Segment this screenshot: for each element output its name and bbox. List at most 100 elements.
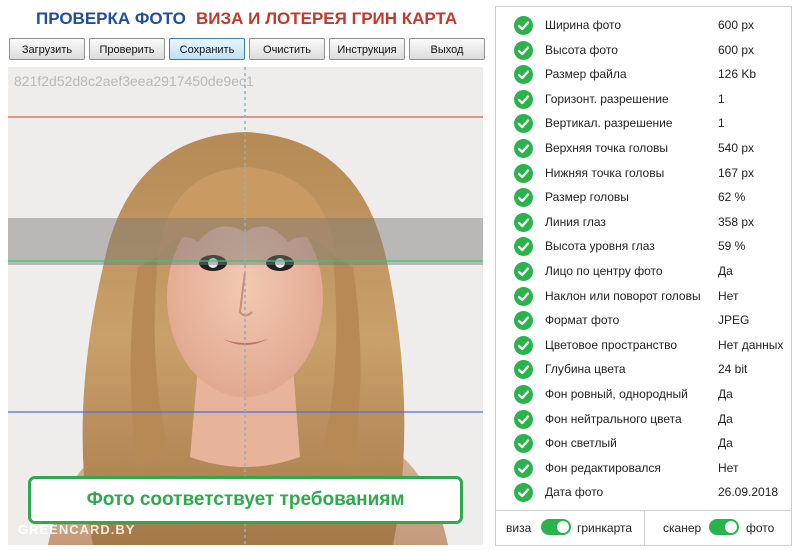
check-value: 59 % — [718, 239, 746, 254]
check-label: Линия глаз — [545, 214, 606, 229]
check-row: Размер головы 62 % — [496, 186, 791, 211]
check-row: Размер файла 126 Kb — [496, 63, 791, 88]
check-value: Да — [718, 263, 733, 278]
instructions-button[interactable]: Инструкция — [329, 38, 405, 60]
visa-label: виза — [506, 521, 532, 535]
check-row: Горизонт. разрешение 1 — [496, 88, 791, 113]
app-subtitle: ВИЗА И ЛОТЕРЕЯ ГРИН КАРТА — [196, 9, 458, 28]
check-row: Нижняя точка головы 167 px — [496, 162, 791, 187]
check-value: 600 px — [718, 18, 755, 32]
photo-label: фото — [746, 521, 775, 535]
check-value: 126 Kb — [718, 67, 757, 82]
check-icon — [514, 311, 533, 331]
check-label: Высота уровня глаз — [545, 239, 655, 254]
check-label: Вертикал. разрешение — [545, 116, 673, 131]
check-value: Да — [718, 386, 733, 401]
check-value: Да — [718, 411, 733, 426]
check-row: Линия глаз 358 px — [496, 211, 791, 236]
scanner-photo-toggle[interactable] — [709, 519, 739, 535]
exit-button[interactable]: Выход — [409, 38, 485, 60]
check-label: Размер файла — [545, 67, 627, 82]
check-value: 1 — [718, 116, 725, 131]
check-value: 26.09.2018 — [718, 485, 779, 500]
check-icon — [514, 89, 533, 109]
check-row: Ширина фото 600 px — [496, 14, 791, 39]
toggle-bar: виза гринкарта сканер фото — [496, 510, 791, 545]
check-button[interactable]: Проверить — [89, 38, 165, 60]
check-icon — [514, 237, 533, 257]
check-label: Фон светлый — [545, 436, 617, 451]
check-icon — [514, 114, 533, 134]
check-label: Верхняя точка головы — [545, 140, 669, 155]
check-icon — [514, 483, 533, 503]
check-row: Наклон или поворот головы Нет — [496, 285, 791, 310]
check-label: Дата фото — [545, 485, 604, 500]
check-row: Вертикал. разрешение 1 — [496, 112, 791, 137]
check-label: Ширина фото — [545, 18, 622, 32]
clear-button[interactable]: Очистить — [249, 38, 325, 60]
check-label: Формат фото — [545, 313, 620, 328]
app-title: ПРОВЕРКА ФОТО — [36, 9, 186, 28]
toggle-knob — [557, 521, 569, 533]
check-results-panel: Ширина фото 600 px Высота фото 600 px Размер… — [495, 6, 792, 546]
check-icon — [514, 261, 533, 281]
check-icon — [514, 212, 533, 232]
check-list: Ширина фото 600 px Высота фото 600 px Размер… — [496, 14, 791, 506]
check-icon — [514, 65, 533, 85]
check-row: Фон ровный, однородный Да — [496, 383, 791, 408]
check-icon — [514, 458, 533, 478]
check-icon — [514, 138, 533, 158]
check-icon — [514, 360, 533, 380]
check-value: 24 bit — [718, 362, 748, 377]
check-value: 167 px — [718, 165, 755, 180]
check-label: Нижняя точка головы — [545, 165, 665, 180]
photo-preview: 821f2d52d8c2aef3eea2917450de9ec1 GREENCA… — [8, 67, 483, 545]
check-icon — [514, 163, 533, 183]
check-label: Высота фото — [545, 42, 618, 57]
check-label: Размер головы — [545, 190, 629, 205]
check-row: Высота фото 600 px — [496, 39, 791, 64]
check-icon — [514, 16, 533, 35]
toggle-knob — [725, 521, 737, 533]
check-value: Да — [718, 436, 733, 451]
check-label: Цветовое пространство — [545, 337, 678, 352]
status-message: Фото соответствует требованиям — [28, 476, 463, 524]
check-label: Фон нейтрального цвета — [545, 411, 682, 426]
check-label: Горизонт. разрешение — [545, 91, 669, 106]
check-row: Фон редактировался Нет — [496, 457, 791, 482]
check-row: Цветовое пространство Нет данных — [496, 334, 791, 359]
check-icon — [514, 188, 533, 208]
guide-lines — [8, 67, 483, 545]
check-value: Нет данных — [718, 337, 784, 352]
greencard-label: гринкарта — [577, 521, 633, 535]
check-row: Высота уровня глаз 59 % — [496, 235, 791, 260]
check-value: 600 px — [718, 42, 755, 57]
watermark: GREENCARD.BY — [18, 522, 136, 537]
check-value: 62 % — [718, 190, 746, 205]
check-label: Фон редактировался — [545, 460, 661, 475]
save-button[interactable]: Сохранить — [169, 38, 245, 60]
check-icon — [514, 384, 533, 404]
check-value: Нет — [718, 460, 739, 475]
check-icon — [514, 335, 533, 355]
check-row: Глубина цвета 24 bit — [496, 358, 791, 383]
photo-hash: 821f2d52d8c2aef3eea2917450de9ec1 — [14, 73, 254, 89]
check-label: Глубина цвета — [545, 362, 626, 377]
check-value: 358 px — [718, 214, 755, 229]
load-button[interactable]: Загрузить — [9, 38, 85, 60]
check-row: Формат фото JPEG — [496, 309, 791, 334]
check-label: Лицо по центру фото — [545, 263, 663, 278]
check-row: Фон светлый Да — [496, 432, 791, 457]
check-value: Нет — [718, 288, 739, 303]
check-label: Фон ровный, однородный — [545, 386, 688, 401]
check-row: Дата фото 26.09.2018 — [496, 481, 791, 506]
check-icon — [514, 286, 533, 306]
check-icon — [514, 40, 533, 60]
visa-greencard-toggle[interactable] — [541, 519, 571, 535]
check-value: 540 px — [718, 140, 755, 155]
check-row: Верхняя точка головы 540 px — [496, 137, 791, 162]
check-row: Лицо по центру фото Да — [496, 260, 791, 285]
check-icon — [514, 409, 533, 429]
check-value: 1 — [718, 91, 725, 106]
divider — [644, 511, 645, 545]
